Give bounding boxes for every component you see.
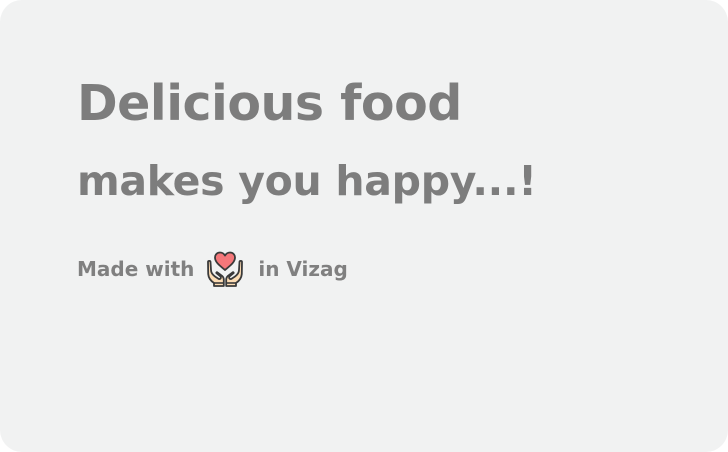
subline: makes you happy...! bbox=[77, 157, 537, 205]
tagline-card: Delicious food makes you happy...! Made … bbox=[0, 0, 728, 452]
made-with-prefix: Made with bbox=[77, 257, 195, 281]
made-with-line: Made with in Vizag bbox=[77, 247, 348, 291]
hands-holding-heart-icon bbox=[204, 248, 246, 290]
made-with-suffix: in Vizag bbox=[258, 257, 348, 281]
headline: Delicious food bbox=[77, 75, 462, 132]
